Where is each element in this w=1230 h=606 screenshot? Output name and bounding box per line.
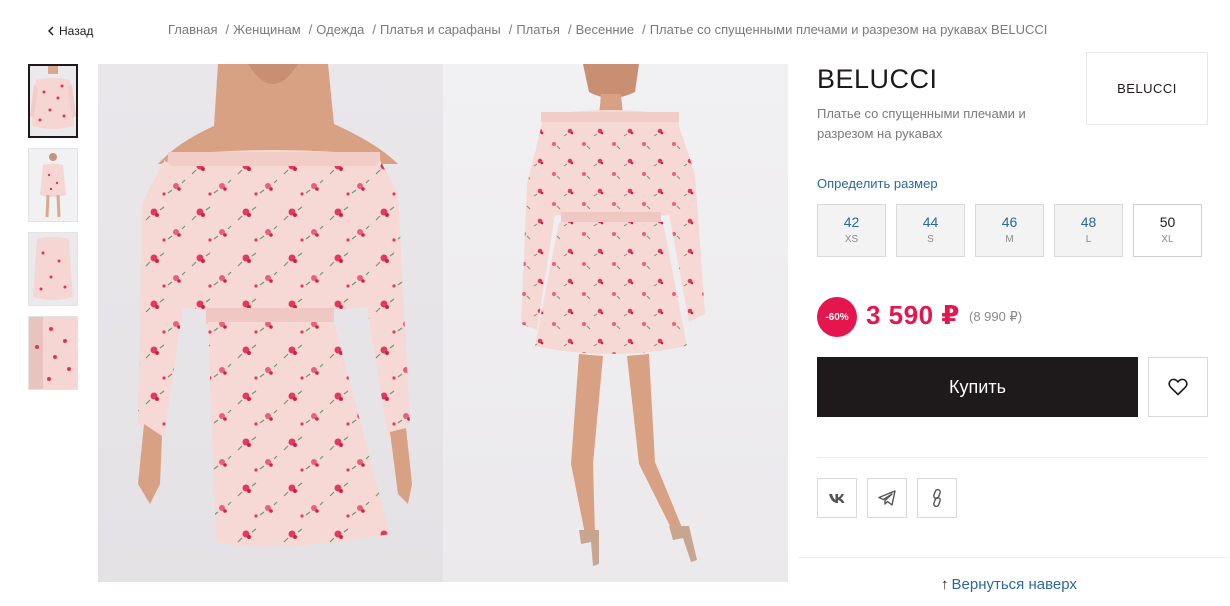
favorite-button[interactable] bbox=[1148, 357, 1208, 417]
thumbnail-3[interactable] bbox=[28, 232, 78, 306]
size-option-44[interactable]: 44 S bbox=[896, 204, 965, 257]
size-label: XL bbox=[1161, 234, 1174, 245]
breadcrumb-separator: / bbox=[308, 22, 313, 37]
chevron-left-icon bbox=[48, 26, 54, 36]
size-option-50[interactable]: 50 XL bbox=[1133, 204, 1202, 257]
breadcrumb-item-women[interactable]: Женщинам bbox=[233, 22, 301, 37]
back-label: Назад bbox=[59, 24, 94, 38]
size-option-48[interactable]: 48 L bbox=[1054, 204, 1123, 257]
size-selector: 42 XS 44 S 46 M 48 L 50 XL bbox=[817, 204, 1202, 257]
share-telegram-button[interactable] bbox=[867, 478, 907, 518]
divider bbox=[798, 557, 1228, 558]
breadcrumb-separator: / bbox=[372, 22, 376, 37]
breadcrumb-item-dresses[interactable]: Платья bbox=[516, 22, 560, 37]
buy-button[interactable]: Купить bbox=[817, 357, 1138, 417]
breadcrumb-item-clothing[interactable]: Одежда bbox=[316, 22, 364, 37]
size-option-42[interactable]: 42 XS bbox=[817, 204, 886, 257]
discount-badge: -60% bbox=[817, 297, 857, 337]
thumbnail-1[interactable] bbox=[28, 64, 78, 138]
arrow-up-icon: ↑ bbox=[941, 576, 949, 593]
size-number: 48 bbox=[1080, 214, 1097, 230]
thumbnail-4[interactable] bbox=[28, 316, 78, 390]
back-link[interactable]: Назад bbox=[47, 24, 93, 38]
link-icon bbox=[933, 488, 941, 508]
share-vk-button[interactable] bbox=[817, 478, 857, 518]
size-label: M bbox=[1005, 234, 1014, 245]
telegram-icon bbox=[878, 490, 896, 506]
breadcrumb-separator: / bbox=[567, 22, 572, 37]
size-guide-link[interactable]: Определить размер bbox=[817, 176, 938, 191]
brand-name[interactable]: BELUCCI bbox=[817, 64, 938, 95]
size-label: S bbox=[927, 234, 934, 245]
back-to-top-link[interactable]: ↑ Вернуться наверх bbox=[941, 576, 1077, 593]
thumbnail-list bbox=[28, 64, 78, 400]
size-label: XS bbox=[844, 234, 859, 245]
size-number: 50 bbox=[1159, 214, 1176, 230]
breadcrumb: Главная / Женщинам / Одежда / Платья и с… bbox=[168, 22, 1047, 37]
back-to-top-label: Вернуться наверх bbox=[951, 576, 1077, 593]
breadcrumb-separator: / bbox=[508, 22, 513, 37]
size-option-46[interactable]: 46 M bbox=[975, 204, 1044, 257]
product-title: Платье со спущенными плечами и разрезом … bbox=[817, 106, 1026, 141]
breadcrumb-item-home[interactable]: Главная bbox=[168, 22, 217, 37]
vk-icon bbox=[829, 494, 845, 503]
breadcrumb-separator: / bbox=[642, 22, 646, 37]
breadcrumb-item-spring[interactable]: Весенние bbox=[576, 22, 634, 37]
heart-icon bbox=[1168, 378, 1188, 396]
copy-link-button[interactable] bbox=[917, 478, 957, 518]
product-photo-full[interactable] bbox=[443, 64, 788, 582]
product-photo-front[interactable] bbox=[98, 64, 443, 582]
old-price: (8 990 ₽) bbox=[969, 309, 1023, 324]
current-price: 3 590 ₽ bbox=[866, 300, 960, 330]
breadcrumb-separator: / bbox=[225, 22, 230, 37]
share-buttons bbox=[817, 478, 957, 518]
brand-logo-text: BELUCCI bbox=[1117, 81, 1177, 96]
breadcrumb-item-current: Платье со спущенными плечами и разрезом … bbox=[649, 22, 1048, 37]
size-number: 42 bbox=[843, 214, 860, 230]
divider bbox=[817, 457, 1208, 458]
thumbnail-2[interactable] bbox=[28, 148, 78, 222]
size-label: L bbox=[1085, 234, 1092, 245]
brand-logo[interactable]: BELUCCI bbox=[1086, 52, 1208, 125]
size-number: 46 bbox=[1001, 214, 1018, 230]
breadcrumb-item-dresses-sundresses[interactable]: Платья и сарафаны bbox=[380, 22, 501, 37]
size-number: 44 bbox=[922, 214, 939, 230]
